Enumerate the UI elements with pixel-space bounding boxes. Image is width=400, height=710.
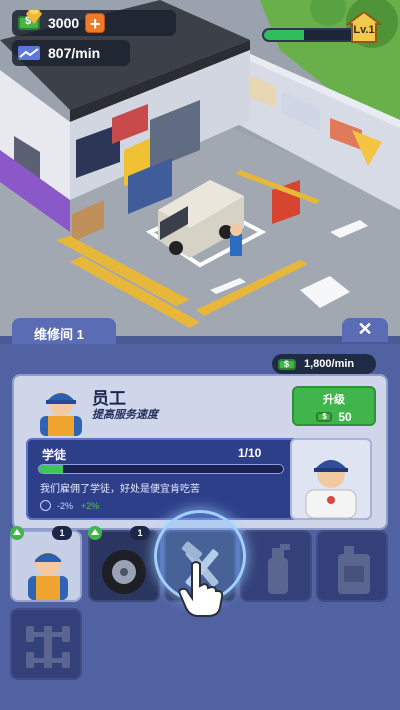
staff-subtitle: 提高服务速度: [92, 409, 158, 421]
apprentice-icon: [305, 460, 357, 519]
tutorial-hand-pointer-icon: [178, 561, 224, 617]
bay-income-value: 1,800/min: [304, 358, 355, 370]
income-rate-value: 807/min: [48, 45, 101, 61]
level-label: Lv.1: [353, 24, 375, 36]
staff-card: 员工 提高服务速度 升级 50 学徒 1/10 我们雇佣了学徒，好处是便宜肯吃苦…: [12, 374, 388, 530]
level-indicator[interactable]: Lv.1: [262, 10, 382, 44]
level-progress-fill: [264, 30, 305, 40]
cash-display: 300 0 +: [12, 10, 176, 36]
gem-icon: [26, 10, 42, 24]
level-badge: Lv.1: [346, 10, 382, 44]
fuel-can-icon: [338, 546, 370, 594]
stat-bonus: +2%: [81, 500, 100, 511]
bay-income-display: 1,800/min: [272, 354, 376, 374]
cash-value: 300: [48, 15, 72, 31]
chassis-slot[interactable]: [10, 608, 82, 680]
tire-icon: [102, 550, 146, 594]
worker-progress-fill: [39, 465, 64, 473]
worker-progress-bar: [38, 464, 284, 474]
upgrade-cost: 50: [294, 410, 374, 424]
upgrade-button[interactable]: 升级 50: [292, 386, 376, 426]
cash-icon: [278, 358, 296, 370]
income-rate-display: 807/min: [12, 40, 130, 66]
garage-scene[interactable]: 300 0 + 807/min Lv.1: [0, 0, 400, 340]
upgrade-label: 升级: [323, 394, 345, 406]
spray-can-slot[interactable]: [240, 530, 312, 602]
staff-slot[interactable]: 1: [10, 526, 82, 602]
cash-icon: [316, 412, 333, 422]
worker-description: 我们雇佣了学徒，好处是便宜肯吃苦: [40, 484, 200, 495]
mechanic-icon: [28, 552, 68, 600]
worker-name: 学徒: [42, 448, 67, 462]
spray-can-icon: [268, 544, 290, 594]
clock-icon: [40, 500, 51, 511]
worker-stats: -2% +2%: [40, 500, 99, 511]
stat-time: -2%: [57, 500, 74, 511]
worker-count: 1/10: [238, 446, 262, 460]
chassis-icon: [26, 626, 70, 668]
apprentice-portrait: [290, 438, 372, 520]
income-chart-icon: [18, 46, 40, 60]
upgrade-cost-value: 50: [338, 410, 352, 424]
gem-value: 0: [71, 15, 80, 31]
panel-title-tab: 维修间 1: [12, 318, 116, 344]
fuel-can-slot[interactable]: [316, 530, 388, 602]
add-gems-button[interactable]: +: [85, 13, 106, 34]
tire-slot[interactable]: 1: [88, 526, 160, 602]
close-panel-button[interactable]: ✕: [342, 318, 388, 342]
mechanic-avatar-icon: [40, 392, 82, 436]
